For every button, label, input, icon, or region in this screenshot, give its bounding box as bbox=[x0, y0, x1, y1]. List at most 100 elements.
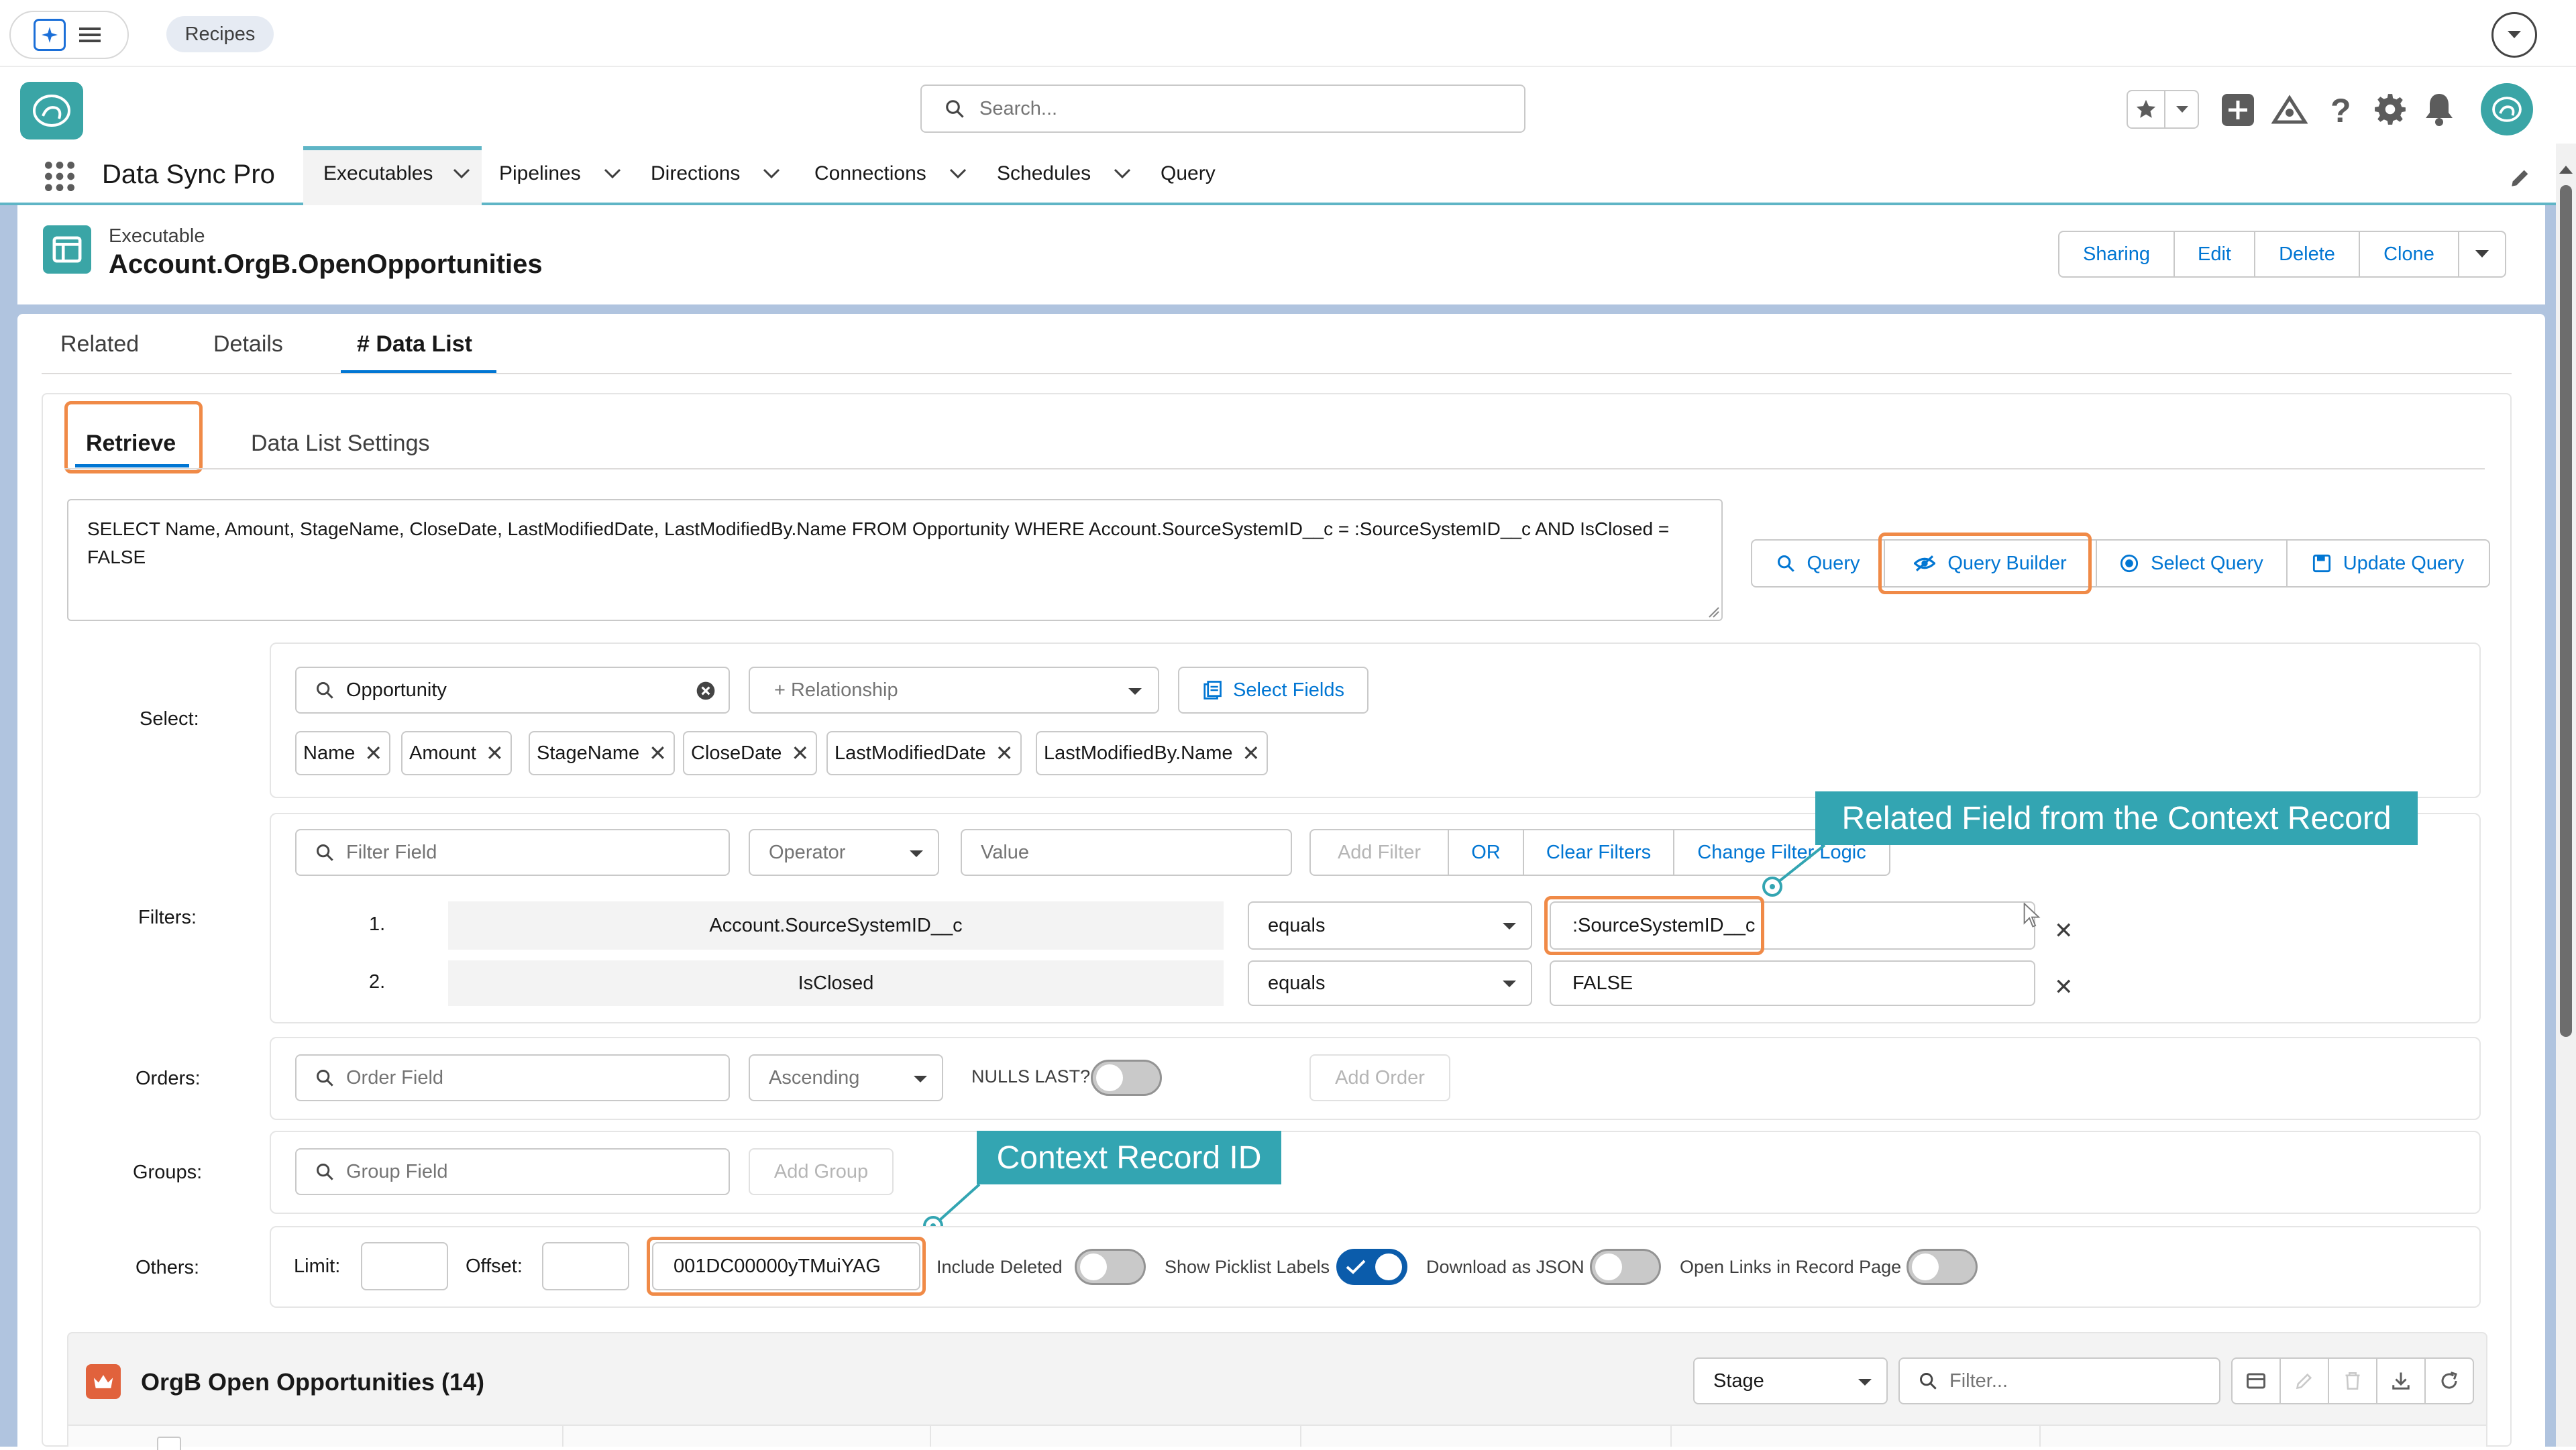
remove-icon[interactable]: ✕ bbox=[791, 740, 809, 766]
download-json-toggle[interactable] bbox=[1590, 1249, 1661, 1285]
update-query-button[interactable]: Update Query bbox=[2288, 541, 2489, 586]
clone-button[interactable]: Clone bbox=[2360, 232, 2459, 276]
search-icon bbox=[1777, 555, 1794, 572]
textarea-resize-handle[interactable] bbox=[1707, 605, 1720, 618]
edit-pencil-icon[interactable] bbox=[2281, 1359, 2329, 1403]
object-search-value: Opportunity bbox=[346, 679, 447, 701]
edit-nav-pencil-icon[interactable] bbox=[2509, 166, 2532, 189]
filter-row-operator-select[interactable]: equals bbox=[1248, 901, 1532, 950]
include-deleted-toggle[interactable] bbox=[1075, 1249, 1146, 1285]
operator-select[interactable]: Operator bbox=[749, 829, 939, 876]
remove-icon[interactable]: ✕ bbox=[996, 740, 1014, 766]
select-all-checkbox[interactable] bbox=[157, 1437, 181, 1450]
search-icon bbox=[317, 1164, 333, 1180]
nav-item-directions[interactable]: Directions bbox=[651, 162, 780, 185]
column-divider bbox=[1670, 1426, 1672, 1447]
scrollbar-thumb[interactable] bbox=[2560, 185, 2572, 1037]
scrollbar-up-arrow[interactable] bbox=[2559, 164, 2573, 174]
chevron-down-icon bbox=[914, 1076, 927, 1082]
object-search-input[interactable]: Opportunity bbox=[295, 667, 730, 714]
limit-input[interactable] bbox=[361, 1242, 448, 1290]
tab-details[interactable]: Details bbox=[213, 331, 283, 357]
user-avatar[interactable] bbox=[2481, 83, 2533, 135]
app-launcher-pill[interactable] bbox=[9, 11, 129, 59]
group-field-input[interactable]: Group Field bbox=[295, 1148, 730, 1195]
trailhead-icon[interactable] bbox=[2271, 93, 2308, 126]
field-pill[interactable]: LastModifiedDate ✕ bbox=[826, 731, 1022, 775]
nav-item-connections[interactable]: Connections bbox=[814, 162, 967, 185]
more-actions-button[interactable] bbox=[2459, 232, 2505, 276]
nav-item-schedules[interactable]: Schedules bbox=[997, 162, 1131, 185]
order-direction-select[interactable]: Ascending bbox=[749, 1054, 943, 1101]
open-links-toggle[interactable] bbox=[1907, 1249, 1978, 1285]
offset-input[interactable] bbox=[542, 1242, 629, 1290]
filter-value-input[interactable]: Value bbox=[961, 829, 1292, 876]
remove-icon[interactable]: ✕ bbox=[1242, 740, 1260, 766]
field-pill[interactable]: Amount ✕ bbox=[401, 731, 512, 775]
field-pill[interactable]: LastModifiedBy.Name ✕ bbox=[1036, 731, 1269, 775]
setup-gear-icon[interactable] bbox=[2373, 93, 2407, 126]
relationship-placeholder: + Relationship bbox=[774, 679, 898, 701]
edit-button[interactable]: Edit bbox=[2175, 232, 2255, 276]
nav-item-query[interactable]: Query bbox=[1161, 162, 1216, 185]
query-textarea[interactable]: SELECT Name, Amount, StageName, CloseDat… bbox=[67, 499, 1723, 621]
clear-filters-button[interactable]: Clear Filters bbox=[1524, 830, 1674, 875]
chevron-down-icon bbox=[1128, 688, 1142, 695]
global-create-icon[interactable] bbox=[2222, 94, 2254, 126]
remove-icon[interactable]: ✕ bbox=[486, 740, 504, 766]
filter-field-input[interactable]: Filter Field bbox=[295, 829, 730, 876]
delete-button[interactable]: Delete bbox=[2255, 232, 2360, 276]
star-icon bbox=[2128, 91, 2165, 127]
org-logo[interactable] bbox=[20, 82, 83, 140]
relationship-select[interactable]: + Relationship bbox=[749, 667, 1159, 714]
favorites-button[interactable] bbox=[2127, 90, 2199, 129]
nav-item-pipelines[interactable]: Pipelines bbox=[499, 162, 621, 185]
add-filter-button[interactable]: Add Filter bbox=[1311, 830, 1449, 875]
download-icon[interactable] bbox=[2377, 1359, 2426, 1403]
filter-row-value-input[interactable]: FALSE bbox=[1550, 960, 2035, 1006]
group-by-select[interactable]: Stage bbox=[1693, 1357, 1888, 1404]
remove-filter-icon[interactable]: ✕ bbox=[2054, 974, 2074, 1001]
hamburger-menu-icon[interactable] bbox=[79, 26, 101, 44]
app-launcher-waffle-icon[interactable] bbox=[43, 160, 76, 193]
add-group-button[interactable]: Add Group bbox=[749, 1148, 894, 1195]
global-search-input[interactable]: Search... bbox=[920, 85, 1525, 133]
recipes-tab[interactable]: Recipes bbox=[166, 16, 274, 52]
filter-row-field: Account.SourceSystemID__c bbox=[448, 901, 1224, 950]
list-filter-input[interactable]: Filter... bbox=[1898, 1357, 2220, 1404]
show-picklist-labels-toggle[interactable] bbox=[1336, 1249, 1407, 1285]
checkmark-icon bbox=[1346, 1260, 1366, 1274]
select-query-button[interactable]: Select Query bbox=[2097, 541, 2288, 586]
tab-data-list[interactable]: # Data List bbox=[357, 331, 472, 357]
field-pill[interactable]: StageName ✕ bbox=[529, 731, 675, 775]
field-pill[interactable]: Name ✕ bbox=[295, 731, 391, 775]
add-order-button[interactable]: Add Order bbox=[1309, 1054, 1450, 1101]
field-pill-label: Name bbox=[303, 742, 356, 764]
field-pill[interactable]: CloseDate ✕ bbox=[683, 731, 818, 775]
subtab-data-list-settings[interactable]: Data List Settings bbox=[251, 431, 429, 457]
help-icon[interactable]: ? bbox=[2330, 91, 2351, 130]
card-view-icon[interactable] bbox=[2233, 1359, 2281, 1403]
nav-item-executables-content[interactable]: Executables bbox=[323, 162, 470, 185]
refresh-icon[interactable] bbox=[2426, 1359, 2473, 1403]
filter-row-operator-select[interactable]: equals bbox=[1248, 960, 1532, 1006]
remove-filter-icon[interactable]: ✕ bbox=[2054, 917, 2074, 944]
query-button-group: Query Query Builder Select Query Update … bbox=[1751, 539, 2490, 588]
download-json-label: Download as JSON bbox=[1426, 1257, 1585, 1277]
notifications-bell-icon[interactable] bbox=[2423, 91, 2455, 126]
nulls-last-toggle[interactable] bbox=[1091, 1060, 1162, 1096]
context-record-id-callout: Context Record ID bbox=[977, 1131, 1281, 1184]
recipes-tab-label: Recipes bbox=[184, 23, 256, 45]
remove-icon[interactable]: ✕ bbox=[649, 740, 667, 766]
order-field-input[interactable]: Order Field bbox=[295, 1054, 730, 1101]
clear-input-icon[interactable] bbox=[695, 680, 716, 702]
or-button[interactable]: OR bbox=[1449, 830, 1524, 875]
query-button[interactable]: Query bbox=[1752, 541, 1885, 586]
delete-trash-icon[interactable] bbox=[2329, 1359, 2377, 1403]
column-divider bbox=[1300, 1426, 1301, 1447]
browser-menu-button[interactable] bbox=[2491, 12, 2537, 58]
remove-icon[interactable]: ✕ bbox=[364, 740, 382, 766]
select-fields-button[interactable]: Select Fields bbox=[1178, 667, 1368, 714]
sharing-button[interactable]: Sharing bbox=[2059, 232, 2175, 276]
tab-related[interactable]: Related bbox=[60, 331, 139, 357]
